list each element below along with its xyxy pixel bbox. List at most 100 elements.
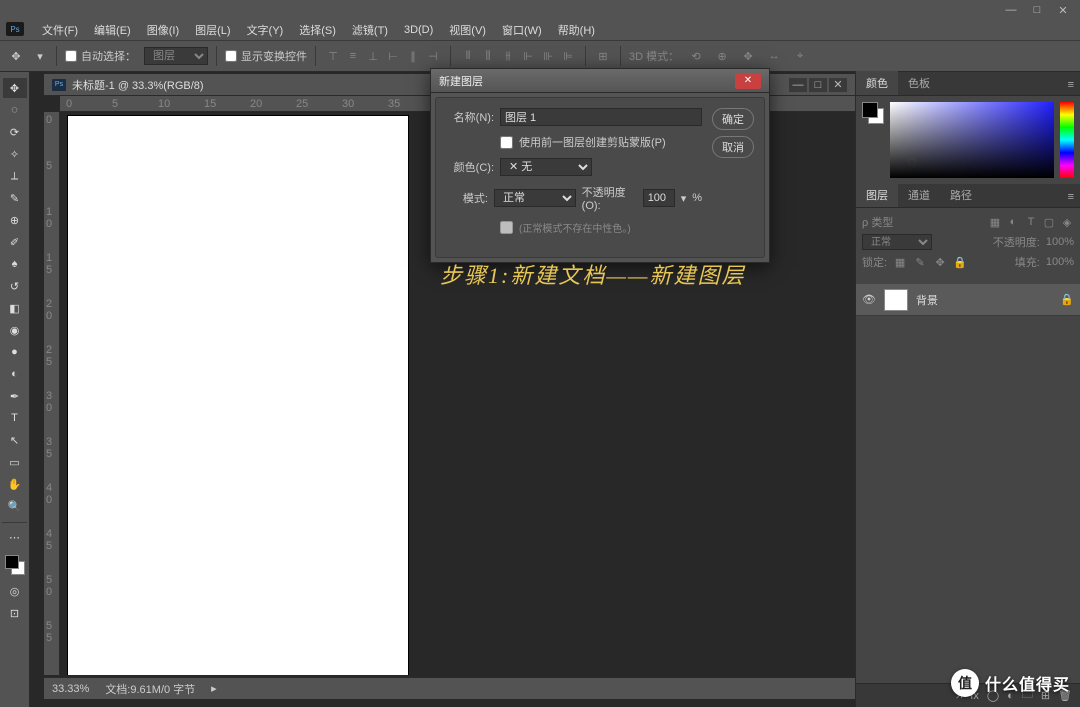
- auto-select-checkbox[interactable]: 自动选择：: [65, 48, 136, 64]
- magic-wand-tool[interactable]: ✧: [3, 144, 27, 164]
- eraser-tool[interactable]: ◧: [3, 298, 27, 318]
- dist-left-icon[interactable]: ⊩: [519, 47, 537, 65]
- screen-mode-tool[interactable]: ⊡: [3, 603, 27, 623]
- brush-tool[interactable]: ✐: [3, 232, 27, 252]
- maximize-button[interactable]: □: [1024, 2, 1050, 18]
- gradient-tool[interactable]: ◉: [3, 320, 27, 340]
- dist-hcenter-icon[interactable]: ⊪: [539, 47, 557, 65]
- filter-shape-icon[interactable]: ▢: [1042, 215, 1056, 229]
- panel-menu-icon[interactable]: ≡: [1062, 75, 1080, 95]
- visibility-icon[interactable]: 👁: [862, 293, 876, 306]
- dropdown-icon[interactable]: ▾: [32, 48, 48, 64]
- auto-align-icon[interactable]: ⊞: [594, 47, 612, 65]
- menu-image[interactable]: 图像(I): [141, 20, 185, 40]
- path-select-tool[interactable]: ↖: [3, 430, 27, 450]
- lock-pos-icon[interactable]: ✥: [933, 255, 947, 269]
- menu-view[interactable]: 视图(V): [443, 20, 492, 40]
- layer-list[interactable]: 👁 背景 🔒: [856, 284, 1080, 683]
- opacity-input[interactable]: [643, 189, 675, 207]
- lasso-tool[interactable]: ⟳: [3, 122, 27, 142]
- align-top-icon[interactable]: ⊤: [324, 47, 342, 65]
- quick-mask-tool[interactable]: ◎: [3, 581, 27, 601]
- menu-filter[interactable]: 滤镜(T): [346, 20, 394, 40]
- layer-name-input[interactable]: [500, 108, 702, 126]
- dialog-titlebar[interactable]: 新建图层 ✕: [431, 69, 769, 93]
- layer-thumbnail[interactable]: [884, 289, 908, 311]
- eyedropper-tool[interactable]: ✎: [3, 188, 27, 208]
- hue-slider[interactable]: [1060, 102, 1074, 178]
- shape-tool[interactable]: ▭: [3, 452, 27, 472]
- 3d-pan-icon[interactable]: ✥: [739, 47, 757, 65]
- doc-status[interactable]: 文档:9.61M/0 字节: [105, 681, 195, 697]
- dialog-close-button[interactable]: ✕: [735, 73, 761, 89]
- menu-layer[interactable]: 图层(L): [189, 20, 236, 40]
- pen-tool[interactable]: ✒: [3, 386, 27, 406]
- blur-tool[interactable]: ●: [3, 342, 27, 362]
- menu-help[interactable]: 帮助(H): [552, 20, 601, 40]
- doc-minimize-button[interactable]: —: [789, 78, 807, 92]
- history-brush-tool[interactable]: ↺: [3, 276, 27, 296]
- healing-tool[interactable]: ⊕: [3, 210, 27, 230]
- tab-paths[interactable]: 路径: [940, 183, 982, 207]
- layer-row[interactable]: 👁 背景 🔒: [856, 284, 1080, 316]
- align-left-icon[interactable]: ⊢: [384, 47, 402, 65]
- zoom-tool[interactable]: 🔍: [3, 496, 27, 516]
- fill-value[interactable]: 100%: [1046, 256, 1074, 268]
- align-right-icon[interactable]: ⊣: [424, 47, 442, 65]
- crop-tool[interactable]: ⟂: [3, 166, 27, 186]
- dist-top-icon[interactable]: ⫴: [459, 47, 477, 65]
- color-select[interactable]: ✕ 无: [500, 158, 592, 176]
- doc-maximize-button[interactable]: □: [809, 78, 827, 92]
- filter-smart-icon[interactable]: ◈: [1060, 215, 1074, 229]
- dist-vcenter-icon[interactable]: ⫼: [479, 47, 497, 65]
- menu-edit[interactable]: 编辑(E): [88, 20, 137, 40]
- menu-3d[interactable]: 3D(D): [398, 22, 439, 38]
- layer-name[interactable]: 背景: [916, 292, 1052, 308]
- 3d-orbit-icon[interactable]: ⟲: [687, 47, 705, 65]
- filter-pixel-icon[interactable]: ▦: [988, 215, 1002, 229]
- mode-select[interactable]: 正常: [494, 189, 576, 207]
- canvas[interactable]: [68, 116, 408, 675]
- marquee-tool[interactable]: ◌: [3, 100, 27, 120]
- status-arrow-icon[interactable]: ▸: [211, 682, 217, 695]
- dodge-tool[interactable]: ◐: [3, 364, 27, 384]
- align-vcenter-icon[interactable]: ≡: [344, 47, 362, 65]
- menu-type[interactable]: 文字(Y): [241, 20, 290, 40]
- move-tool[interactable]: ✥: [3, 78, 27, 98]
- filter-adjust-icon[interactable]: ◐: [1006, 215, 1020, 229]
- menu-select[interactable]: 选择(S): [293, 20, 342, 40]
- lock-all-icon[interactable]: 🔒: [953, 255, 967, 269]
- minimize-button[interactable]: —: [998, 2, 1024, 18]
- filter-type-icon[interactable]: T: [1024, 215, 1038, 229]
- color-field[interactable]: [890, 102, 1054, 178]
- align-hcenter-icon[interactable]: ∥: [404, 47, 422, 65]
- tab-swatches[interactable]: 色板: [898, 71, 940, 95]
- lock-trans-icon[interactable]: ▦: [893, 255, 907, 269]
- lock-icon[interactable]: 🔒: [1060, 293, 1074, 306]
- ok-button[interactable]: 确定: [712, 108, 754, 130]
- cancel-button[interactable]: 取消: [712, 136, 754, 158]
- show-transform-checkbox[interactable]: 显示变换控件: [225, 48, 307, 64]
- opacity-value[interactable]: 100%: [1046, 236, 1074, 248]
- edit-toolbar[interactable]: ⋯: [3, 527, 27, 547]
- menu-window[interactable]: 窗口(W): [496, 20, 548, 40]
- menu-file[interactable]: 文件(F): [36, 20, 84, 40]
- opacity-dropdown-icon[interactable]: ▾: [681, 192, 687, 205]
- 3d-camera-icon[interactable]: ⌖: [791, 47, 809, 65]
- panel-menu-icon[interactable]: ≡: [1062, 187, 1080, 207]
- align-bottom-icon[interactable]: ⊥: [364, 47, 382, 65]
- close-button[interactable]: ✕: [1050, 2, 1076, 18]
- blend-mode-select[interactable]: 正常: [862, 234, 932, 250]
- lock-paint-icon[interactable]: ✎: [913, 255, 927, 269]
- tab-channels[interactable]: 通道: [898, 183, 940, 207]
- stamp-tool[interactable]: ♠: [3, 254, 27, 274]
- color-swatch[interactable]: [5, 555, 25, 575]
- auto-select-target[interactable]: 图层: [144, 47, 208, 65]
- fg-bg-swatch[interactable]: [862, 102, 884, 124]
- hand-tool[interactable]: ✋: [3, 474, 27, 494]
- dist-right-icon[interactable]: ⊫: [559, 47, 577, 65]
- type-tool[interactable]: T: [3, 408, 27, 428]
- ruler-vertical[interactable]: 0 5 1 0 1 5 2 0 2 5 3 0 3 5 4 0 4 5 5 0 …: [44, 112, 60, 675]
- tab-color[interactable]: 颜色: [856, 71, 898, 95]
- 3d-slide-icon[interactable]: ↔: [765, 47, 783, 65]
